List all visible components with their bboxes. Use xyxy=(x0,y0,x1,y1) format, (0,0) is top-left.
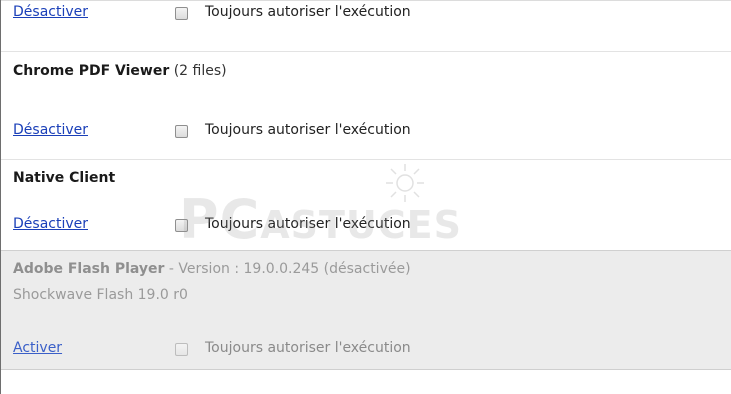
always-allow-checkbox[interactable] xyxy=(175,219,188,232)
enable-link[interactable]: Activer xyxy=(13,340,62,356)
always-allow-checkbox[interactable] xyxy=(175,343,188,356)
plugin-name: Native Client xyxy=(13,170,116,186)
plugin-name: Adobe Flash Player xyxy=(13,261,165,277)
always-allow-label: Toujours autoriser l'exécution xyxy=(205,340,411,356)
plugin-version: - Version : 19.0.0.245 (désactivée) xyxy=(164,261,411,277)
plugin-description: Shockwave Flash 19.0 r0 xyxy=(13,287,188,303)
disable-link[interactable]: Désactiver xyxy=(13,122,88,138)
always-allow-label: Toujours autoriser l'exécution xyxy=(205,4,411,20)
plugins-panel: Désactiver Toujours autoriser l'exécutio… xyxy=(0,0,731,394)
sun-icon xyxy=(386,164,424,202)
always-allow-label: Toujours autoriser l'exécution xyxy=(205,122,411,138)
plugin-title: Adobe Flash Player - Version : 19.0.0.24… xyxy=(13,261,411,277)
top-divider xyxy=(1,0,731,1)
divider xyxy=(1,159,731,160)
plugin-disabled-section: Adobe Flash Player - Version : 19.0.0.24… xyxy=(1,250,731,369)
plugin-files-count: (2 files) xyxy=(169,63,227,79)
plugin-name: Chrome PDF Viewer xyxy=(13,63,170,79)
plugin-title: Chrome PDF Viewer (2 files) xyxy=(13,63,227,79)
divider xyxy=(1,369,731,370)
disable-link[interactable]: Désactiver xyxy=(13,4,88,20)
divider xyxy=(1,51,731,52)
disable-link[interactable]: Désactiver xyxy=(13,216,88,232)
always-allow-checkbox[interactable] xyxy=(175,7,188,20)
always-allow-checkbox[interactable] xyxy=(175,125,188,138)
plugin-title: Native Client xyxy=(13,170,115,186)
always-allow-label: Toujours autoriser l'exécution xyxy=(205,216,411,232)
watermark-logo: PCASTUCES xyxy=(179,162,559,252)
